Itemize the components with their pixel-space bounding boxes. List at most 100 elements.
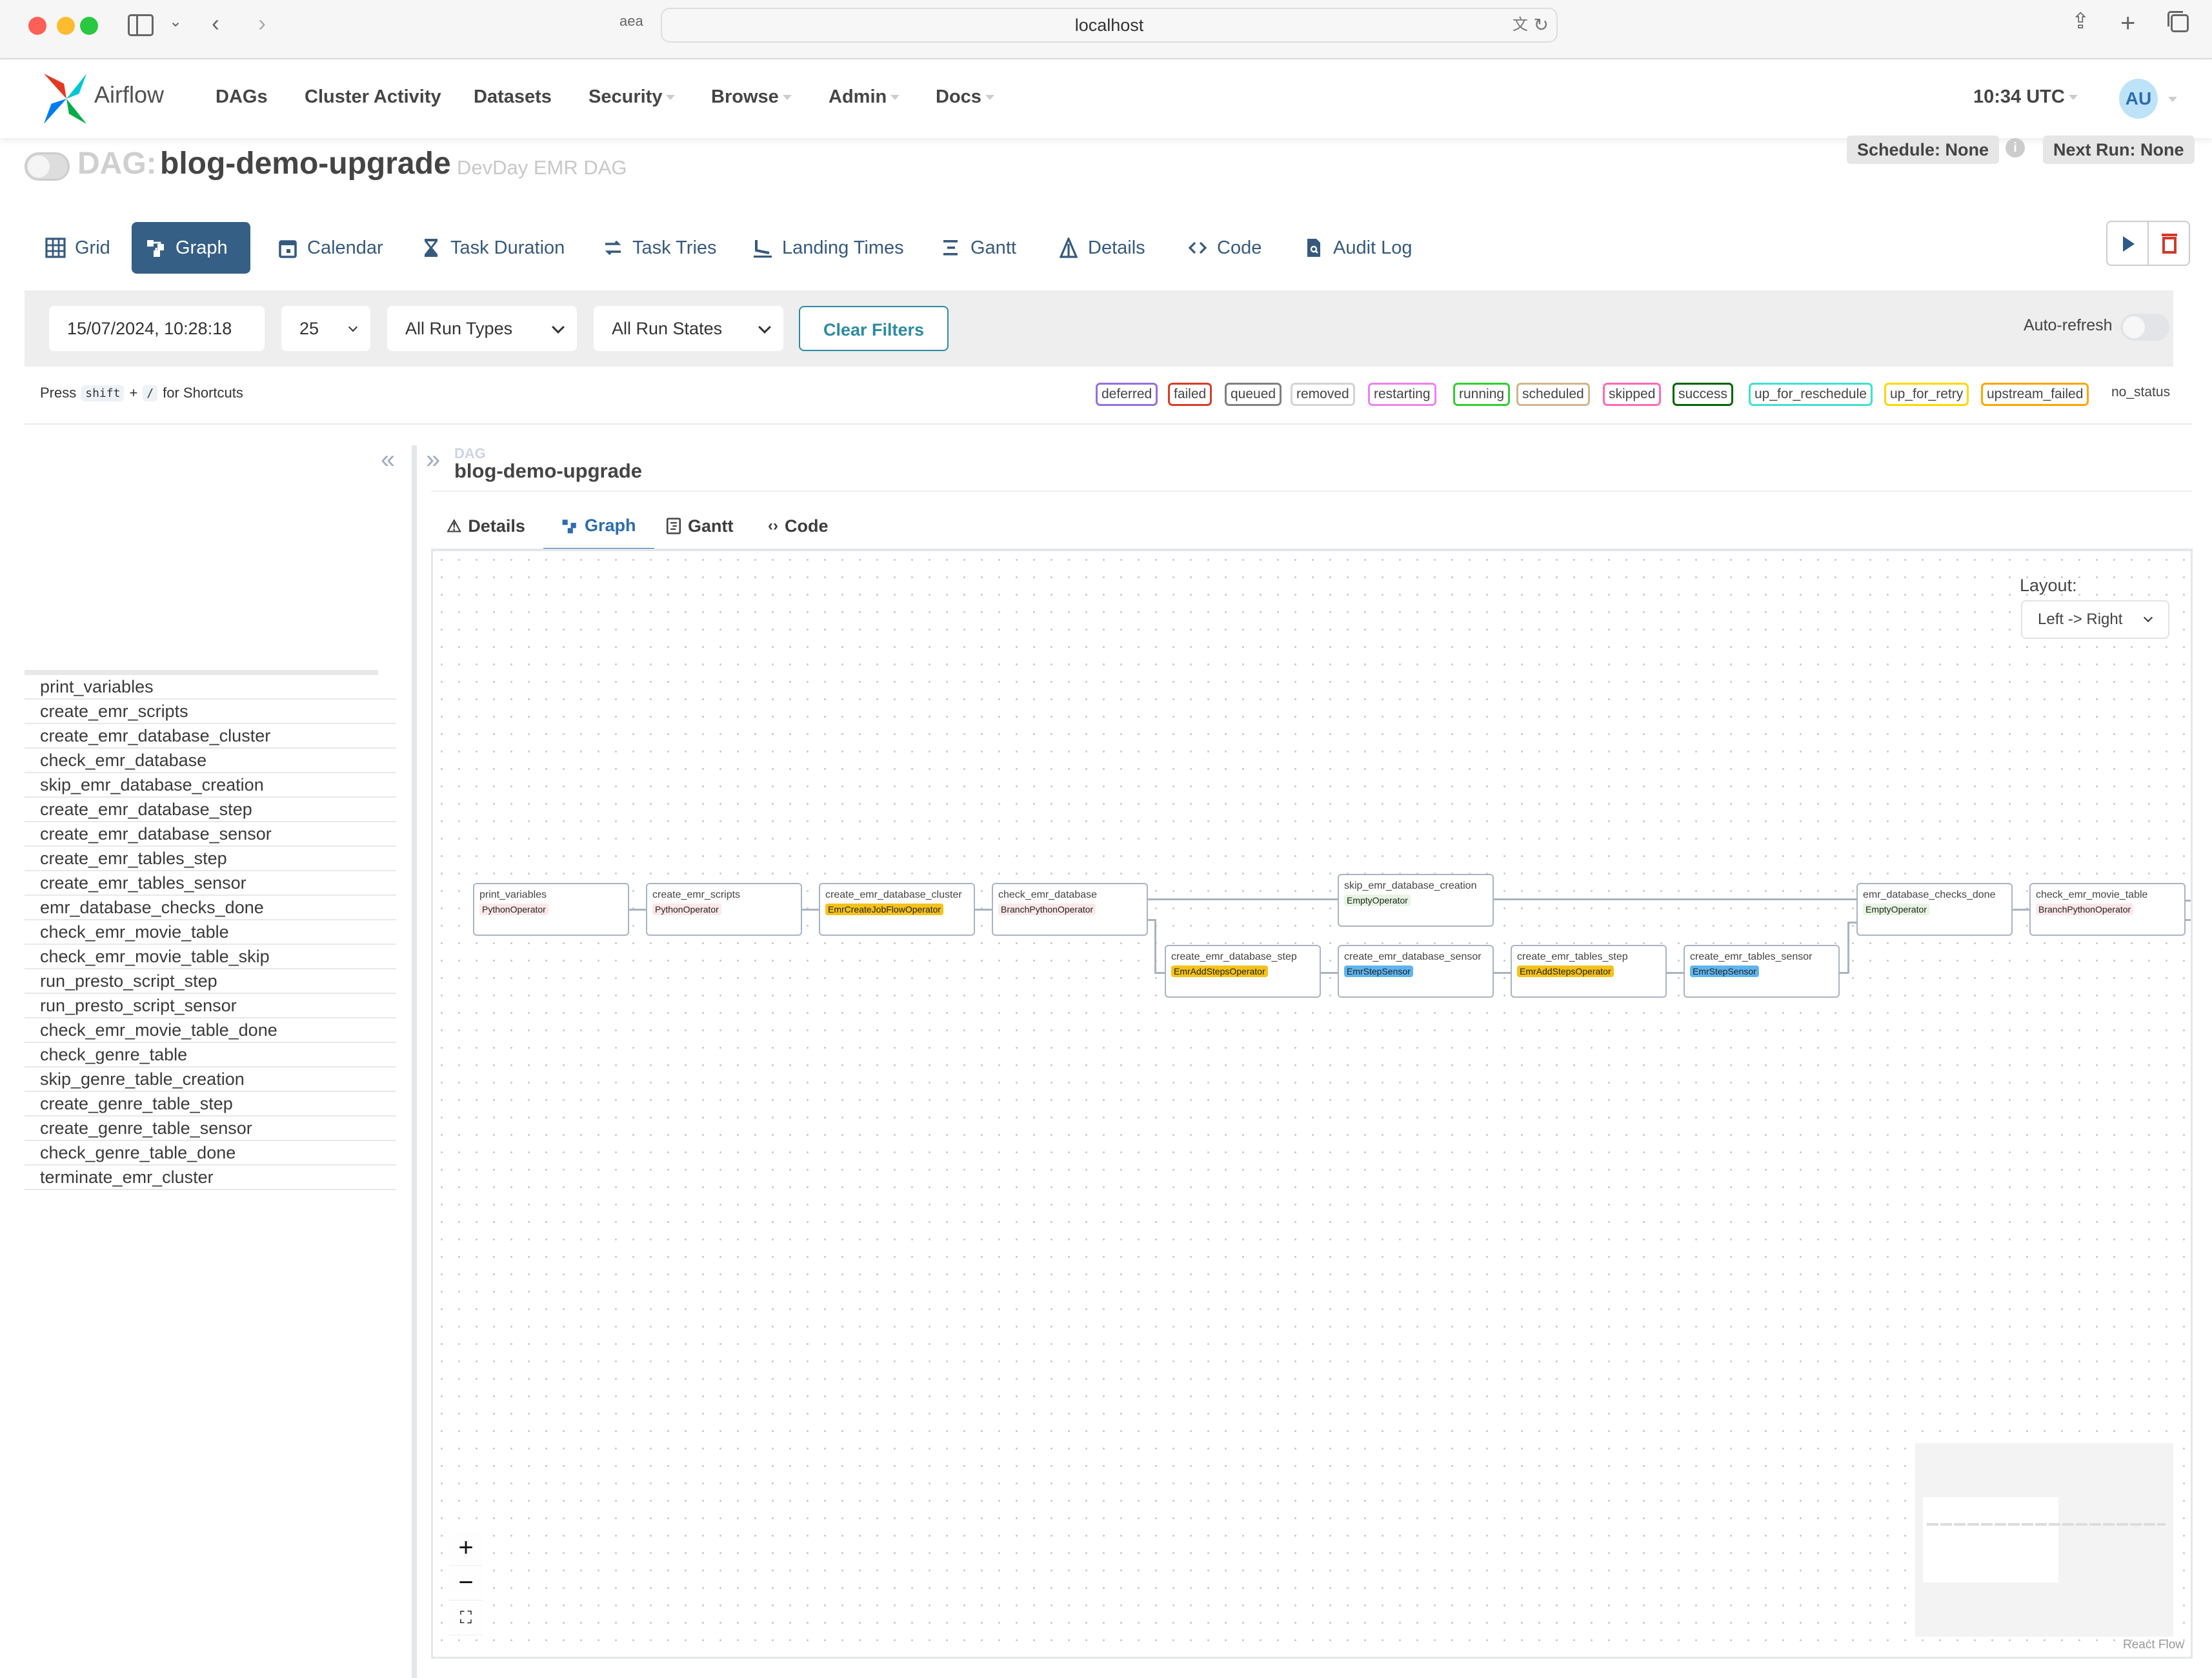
expand-details-button[interactable]: »	[426, 445, 440, 474]
legend-up-for-retry[interactable]: up_for_retry	[1884, 383, 1969, 406]
legend-scheduled[interactable]: scheduled	[1516, 383, 1590, 406]
tab-details[interactable]: Details	[1044, 222, 1160, 274]
sidebar-icon[interactable]	[128, 14, 154, 36]
tab-audit-log[interactable]: Audit Log	[1289, 222, 1427, 274]
tab-task-duration[interactable]: Task Duration	[407, 222, 579, 274]
task-row[interactable]: skip_genre_table_creation	[25, 1067, 396, 1092]
subtab-code[interactable]: ‹› Code	[768, 503, 828, 549]
graph-node[interactable]: create_emr_database_sensor EmrStepSensor	[1338, 945, 1494, 998]
collapse-grid-button[interactable]: «	[381, 445, 395, 474]
legend-failed[interactable]: failed	[1168, 383, 1212, 406]
minimize-window-button[interactable]	[57, 17, 75, 35]
task-row[interactable]: check_emr_database	[25, 749, 396, 773]
task-row[interactable]: run_presto_script_sensor	[25, 994, 396, 1018]
run-type-select[interactable]: All Run Types	[387, 306, 577, 351]
subtab-graph[interactable]: Graph	[543, 503, 654, 551]
fit-view-button[interactable]: ⛶	[449, 1601, 483, 1635]
delete-dag-button[interactable]	[2149, 222, 2190, 265]
dag-pause-toggle[interactable]	[25, 152, 70, 181]
legend-skipped[interactable]: skipped	[1603, 383, 1662, 406]
task-row[interactable]: create_genre_table_sensor	[25, 1117, 396, 1141]
translate-icon[interactable]: 文	[1513, 9, 1528, 41]
task-row[interactable]: check_genre_table	[25, 1043, 396, 1067]
share-icon[interactable]: ⇪	[2071, 10, 2090, 32]
breadcrumb-dag-id[interactable]: blog-demo-upgrade	[454, 460, 642, 483]
nav-security[interactable]: Security	[588, 86, 676, 108]
subtab-details[interactable]: ⚠ Details	[447, 503, 525, 549]
reader-icon[interactable]: aea	[619, 14, 643, 28]
user-avatar[interactable]: AU	[2119, 79, 2158, 119]
nav-browse[interactable]: Browse	[711, 86, 792, 108]
tabs-overview-icon[interactable]	[2167, 11, 2189, 32]
run-state-select[interactable]: All Run States	[594, 306, 783, 351]
graph-node[interactable]: create_emr_tables_step EmrAddStepsOperato…	[1511, 945, 1667, 998]
clear-filters-button[interactable]: Clear Filters	[799, 306, 949, 351]
legend-removed[interactable]: removed	[1291, 383, 1355, 406]
task-row[interactable]: print_variables	[25, 675, 396, 700]
back-icon[interactable]: ‹	[212, 12, 219, 35]
panel-resize-handle[interactable]	[412, 445, 417, 1678]
tab-gantt[interactable]: Gantt	[927, 222, 1031, 274]
tab-grid[interactable]: Grid	[31, 222, 125, 274]
legend-success[interactable]: success	[1673, 383, 1733, 406]
task-row[interactable]: check_genre_table_done	[25, 1141, 396, 1166]
legend-deferred[interactable]: deferred	[1096, 383, 1158, 406]
tab-code[interactable]: Code	[1173, 222, 1276, 274]
task-row[interactable]: check_emr_movie_table_done	[25, 1018, 396, 1043]
close-window-button[interactable]	[28, 17, 46, 35]
user-menu-caret-icon[interactable]	[2168, 97, 2177, 102]
legend-no-status[interactable]: no_status	[2107, 383, 2174, 406]
num-runs-select[interactable]: 25	[281, 306, 370, 351]
minimap-viewport[interactable]	[1923, 1497, 2058, 1582]
graph-node[interactable]: create_emr_scripts PythonOperator	[646, 883, 802, 936]
graph-node[interactable]: emr_database_checks_done EmptyOperator	[1856, 883, 2013, 936]
task-row[interactable]: terminate_emr_cluster	[25, 1166, 396, 1190]
graph-node[interactable]: create_emr_database_step EmrAddStepsOpera…	[1165, 945, 1321, 998]
task-row[interactable]: create_emr_database_step	[25, 798, 396, 822]
task-row[interactable]: create_emr_tables_step	[25, 847, 396, 871]
task-row[interactable]: create_emr_tables_sensor	[25, 871, 396, 896]
tab-landing-times[interactable]: Landing Times	[738, 222, 918, 274]
nav-docs[interactable]: Docs	[936, 86, 994, 108]
nav-admin[interactable]: Admin	[829, 86, 900, 108]
maximize-window-button[interactable]	[80, 17, 98, 35]
nav-cluster-activity[interactable]: Cluster Activity	[305, 86, 441, 108]
tab-calendar[interactable]: Calendar	[263, 222, 397, 274]
trigger-dag-button[interactable]	[2107, 222, 2149, 265]
nav-dags[interactable]: DAGs	[216, 86, 268, 108]
task-row[interactable]: create_emr_database_cluster	[25, 724, 396, 749]
graph-node[interactable]: skip_emr_database_creation EmptyOperator	[1338, 874, 1494, 927]
base-date-input[interactable]: 15/07/2024, 10:28:18	[49, 306, 265, 351]
graph-minimap[interactable]	[1915, 1443, 2173, 1637]
graph-node[interactable]: check_emr_movie_table BranchPythonOperato…	[2029, 883, 2186, 936]
timezone-dropdown[interactable]: 10:34 UTC	[1973, 86, 2078, 108]
brand-name[interactable]: Airflow	[94, 81, 164, 108]
tab-task-tries[interactable]: Task Tries	[588, 222, 731, 274]
airflow-logo-icon[interactable]	[41, 71, 92, 126]
react-flow-attribution[interactable]: React Flow	[2123, 1638, 2184, 1652]
task-row[interactable]: skip_emr_database_creation	[25, 773, 396, 798]
layout-select[interactable]: Left -> Right	[2021, 600, 2169, 639]
reload-icon[interactable]: ↻	[1534, 9, 1549, 41]
info-icon[interactable]: i	[2006, 138, 2025, 157]
legend-upstream-failed[interactable]: upstream_failed	[1981, 383, 2089, 406]
graph-node[interactable]: check_emr_database BranchPythonOperator	[992, 883, 1148, 936]
zoom-out-button[interactable]: −	[449, 1566, 483, 1601]
chevron-down-icon[interactable]: ⌄	[169, 14, 182, 30]
task-row[interactable]: create_emr_scripts	[25, 700, 396, 724]
task-row[interactable]: check_emr_movie_table_skip	[25, 945, 396, 969]
forward-icon[interactable]: ›	[258, 12, 266, 35]
task-row[interactable]: create_genre_table_step	[25, 1092, 396, 1117]
task-row[interactable]: run_presto_script_step	[25, 969, 396, 994]
new-tab-icon[interactable]: +	[2120, 10, 2135, 36]
task-row[interactable]: create_emr_database_sensor	[25, 822, 396, 847]
subtab-gantt[interactable]: Gantt	[666, 503, 734, 549]
legend-up-for-reschedule[interactable]: up_for_reschedule	[1749, 383, 1873, 406]
zoom-in-button[interactable]: +	[449, 1531, 483, 1566]
graph-node[interactable]: create_emr_database_cluster EmrCreateJobF…	[819, 883, 975, 936]
legend-restarting[interactable]: restarting	[1368, 383, 1436, 406]
task-row[interactable]: check_emr_movie_table	[25, 920, 396, 945]
graph-node[interactable]: create_emr_tables_sensor EmrStepSensor	[1684, 945, 1840, 998]
graph-node[interactable]: print_variables PythonOperator	[473, 883, 629, 936]
tab-graph[interactable]: Graph	[132, 222, 250, 274]
